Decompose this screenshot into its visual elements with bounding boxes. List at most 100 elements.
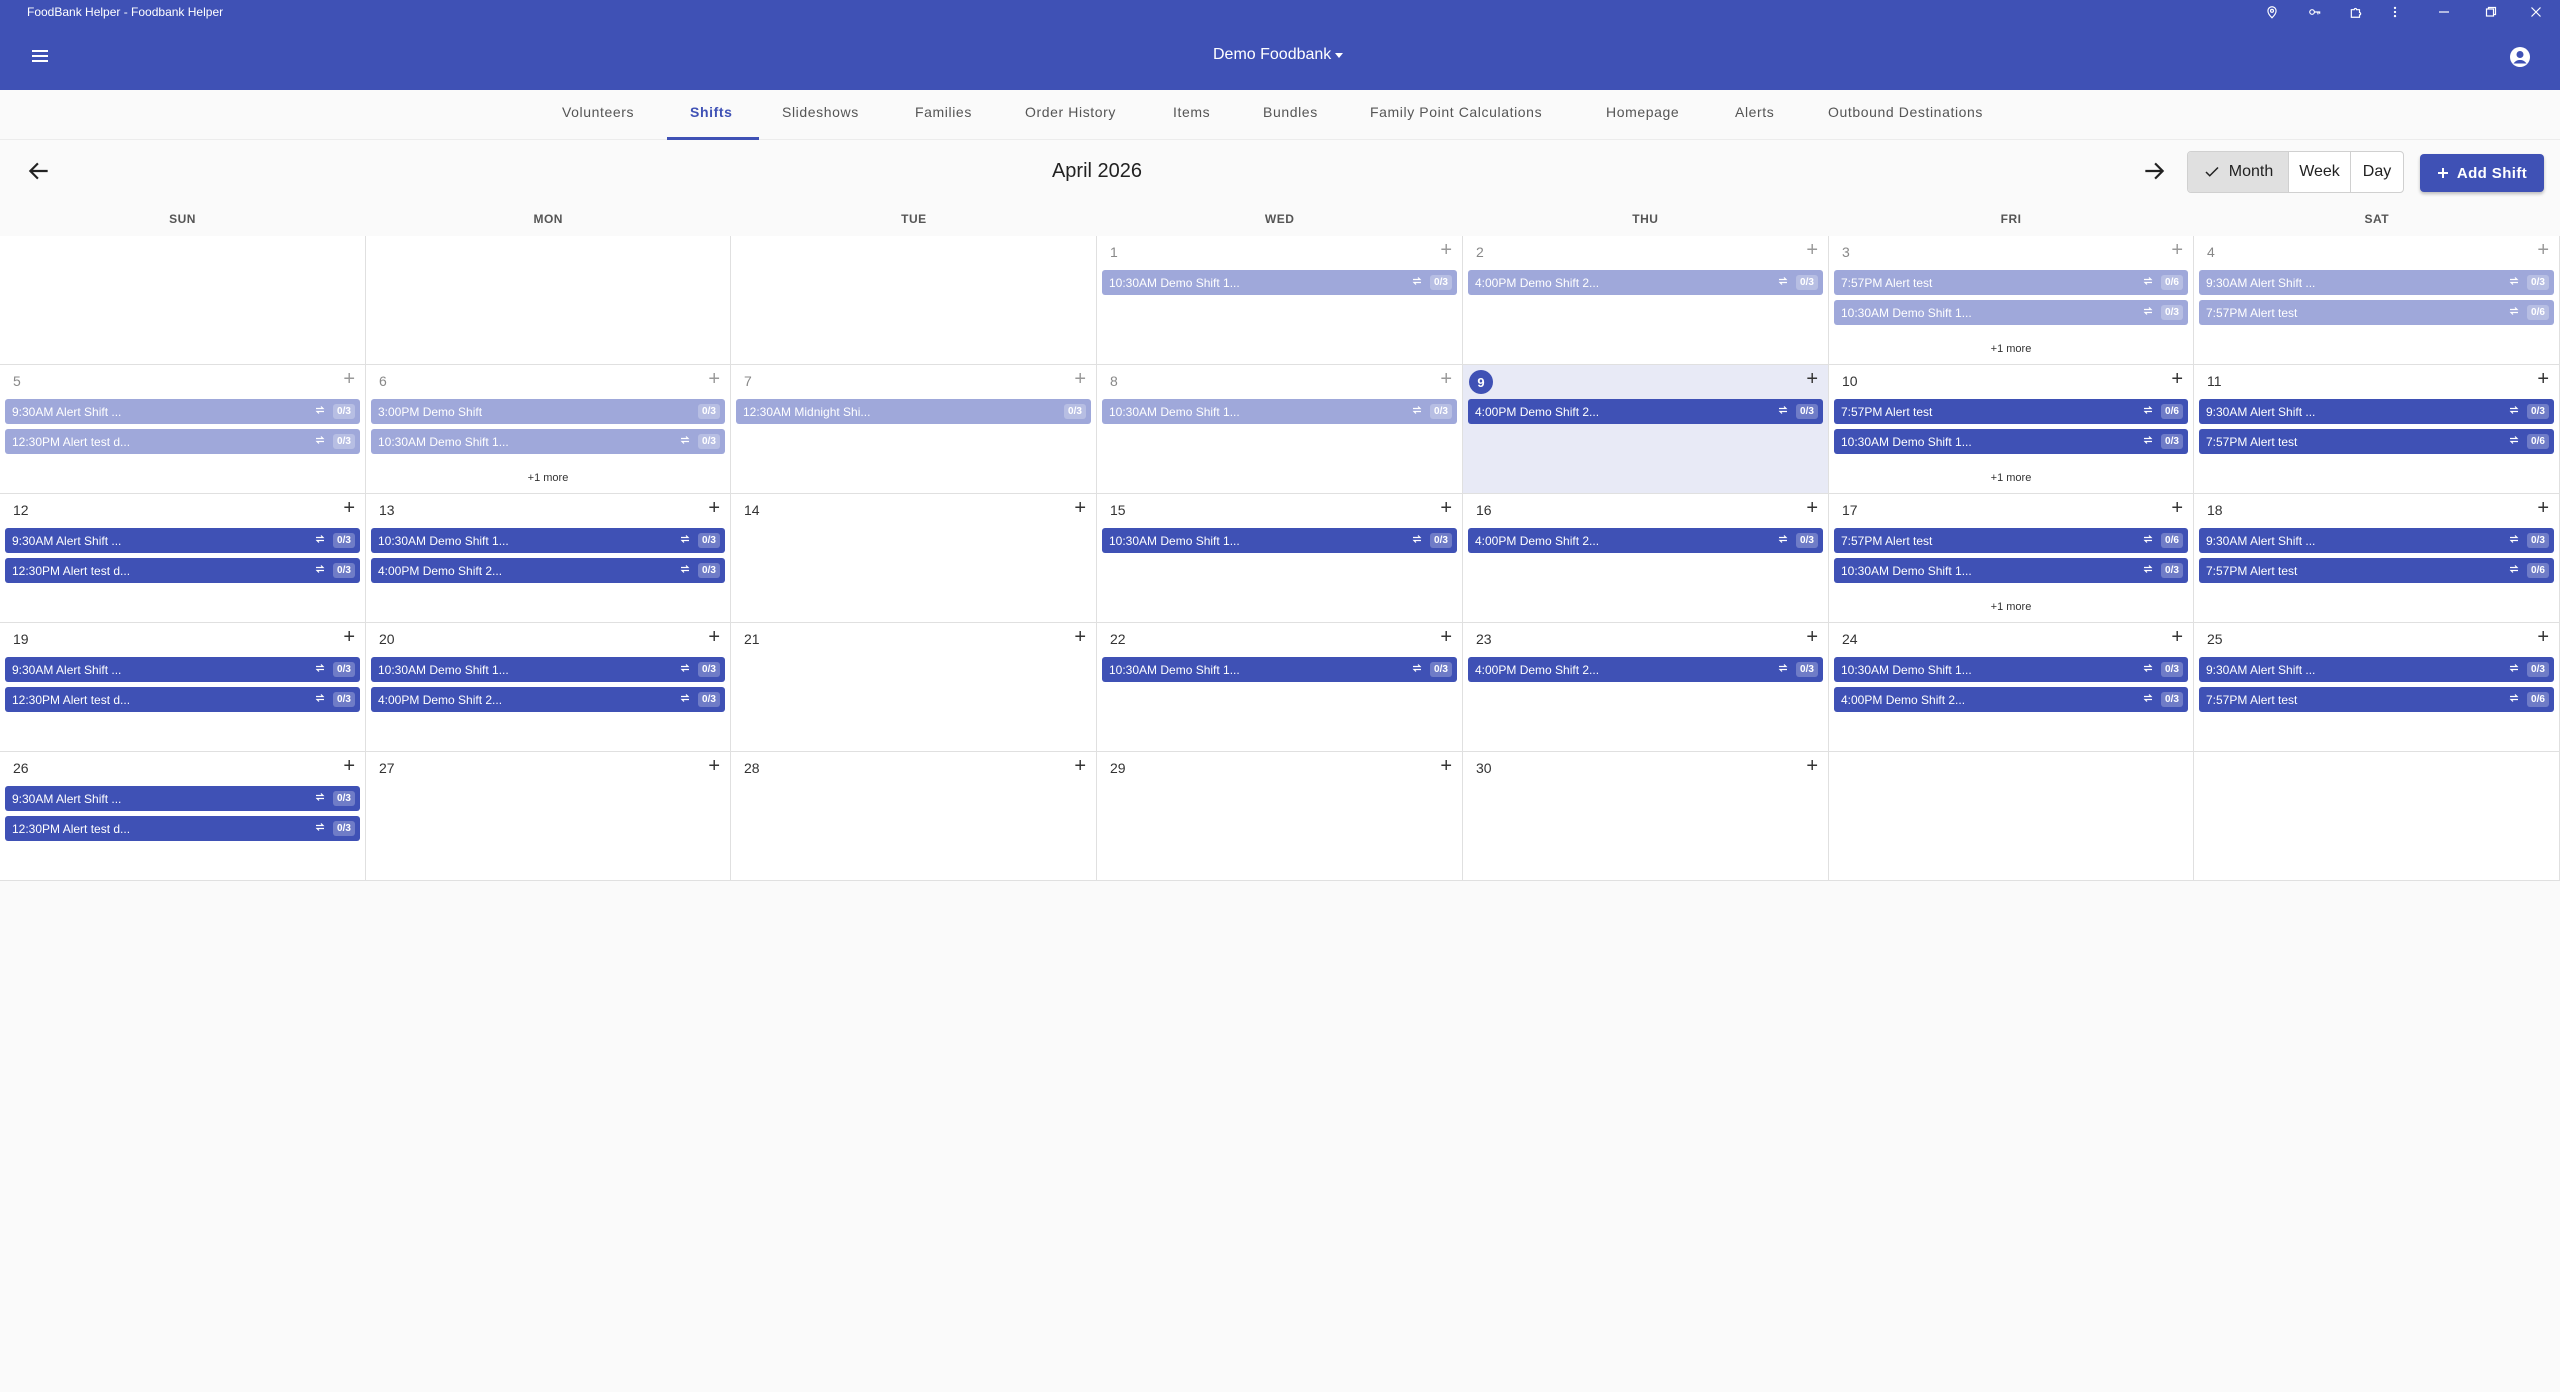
shift-event[interactable]: 9:30AM Alert Shift ... 0/3 xyxy=(2199,270,2554,295)
day-number[interactable]: 18 xyxy=(2207,502,2223,518)
add-shift-day-icon[interactable]: + xyxy=(708,627,720,647)
shift-event[interactable]: 7:57PM Alert test 0/6 xyxy=(2199,558,2554,583)
more-events-link[interactable]: +1 more xyxy=(1829,601,2193,613)
shift-event[interactable]: 9:30AM Alert Shift ... 0/3 xyxy=(5,657,360,682)
more-events-link[interactable]: +1 more xyxy=(366,472,730,484)
tab-items[interactable]: Items xyxy=(1173,104,1210,120)
more-events-link[interactable]: +1 more xyxy=(1829,472,2193,484)
shift-event[interactable]: 7:57PM Alert test 0/6 xyxy=(2199,687,2554,712)
week-view-button[interactable]: Week xyxy=(2288,152,2350,192)
add-shift-day-icon[interactable]: + xyxy=(1440,369,1452,389)
shift-event[interactable]: 10:30AM Demo Shift 1... 0/3 xyxy=(371,429,725,454)
month-view-button[interactable]: Month xyxy=(2188,152,2288,192)
shift-event[interactable]: 10:30AM Demo Shift 1... 0/3 xyxy=(371,528,725,553)
add-shift-day-icon[interactable]: + xyxy=(2171,498,2183,518)
shift-event[interactable]: 12:30PM Alert test d... 0/3 xyxy=(5,687,360,712)
add-shift-day-icon[interactable]: + xyxy=(343,498,355,518)
shift-event[interactable]: 10:30AM Demo Shift 1... 0/3 xyxy=(1102,399,1457,424)
add-shift-day-icon[interactable]: + xyxy=(2537,498,2549,518)
shift-event[interactable]: 7:57PM Alert test 0/6 xyxy=(1834,528,2188,553)
tab-alerts[interactable]: Alerts xyxy=(1735,104,1774,120)
add-shift-day-icon[interactable]: + xyxy=(1806,627,1818,647)
add-shift-day-icon[interactable]: + xyxy=(2537,240,2549,260)
add-shift-day-icon[interactable]: + xyxy=(2171,627,2183,647)
add-shift-day-icon[interactable]: + xyxy=(2171,240,2183,260)
tab-slideshows[interactable]: Slideshows xyxy=(782,104,859,120)
add-shift-day-icon[interactable]: + xyxy=(1806,369,1818,389)
add-shift-day-icon[interactable]: + xyxy=(1074,756,1086,776)
shift-event[interactable]: 10:30AM Demo Shift 1... 0/3 xyxy=(1834,300,2188,325)
day-view-button[interactable]: Day xyxy=(2350,152,2403,192)
tab-outbound-destinations[interactable]: Outbound Destinations xyxy=(1828,104,1983,120)
shift-event[interactable]: 9:30AM Alert Shift ... 0/3 xyxy=(5,528,360,553)
day-number[interactable]: 4 xyxy=(2207,244,2215,260)
add-shift-day-icon[interactable]: + xyxy=(2171,369,2183,389)
day-number[interactable]: 20 xyxy=(379,631,395,647)
add-shift-day-icon[interactable]: + xyxy=(708,498,720,518)
shift-event[interactable]: 3:00PM Demo Shift 0/3 xyxy=(371,399,725,424)
day-number[interactable]: 8 xyxy=(1110,373,1118,389)
add-shift-day-icon[interactable]: + xyxy=(1806,240,1818,260)
add-shift-day-icon[interactable]: + xyxy=(2537,369,2549,389)
add-shift-day-icon[interactable]: + xyxy=(1074,498,1086,518)
location-pin-icon[interactable] xyxy=(2262,2,2282,22)
shift-event[interactable]: 7:57PM Alert test 0/6 xyxy=(1834,399,2188,424)
shift-event[interactable]: 12:30AM Midnight Shi... 0/3 xyxy=(736,399,1091,424)
tab-bundles[interactable]: Bundles xyxy=(1263,104,1318,120)
day-number[interactable]: 3 xyxy=(1842,244,1850,260)
shift-event[interactable]: 9:30AM Alert Shift ... 0/3 xyxy=(5,399,360,424)
add-shift-day-icon[interactable]: + xyxy=(1440,498,1452,518)
day-number[interactable]: 5 xyxy=(13,373,21,389)
add-shift-day-icon[interactable]: + xyxy=(343,369,355,389)
tab-families[interactable]: Families xyxy=(915,104,972,120)
day-number[interactable]: 7 xyxy=(744,373,752,389)
day-number[interactable]: 9 xyxy=(1469,370,1493,394)
tab-shifts[interactable]: Shifts xyxy=(690,104,733,120)
more-events-link[interactable]: +1 more xyxy=(1829,343,2193,355)
shift-event[interactable]: 10:30AM Demo Shift 1... 0/3 xyxy=(1102,270,1457,295)
tab-volunteers[interactable]: Volunteers xyxy=(562,104,634,120)
add-shift-day-icon[interactable]: + xyxy=(1440,240,1452,260)
add-shift-button[interactable]: Add Shift xyxy=(2420,154,2544,192)
day-number[interactable]: 29 xyxy=(1110,760,1126,776)
add-shift-day-icon[interactable]: + xyxy=(708,369,720,389)
day-number[interactable]: 22 xyxy=(1110,631,1126,647)
shift-event[interactable]: 10:30AM Demo Shift 1... 0/3 xyxy=(1834,429,2188,454)
day-number[interactable]: 24 xyxy=(1842,631,1858,647)
shift-event[interactable]: 4:00PM Demo Shift 2... 0/3 xyxy=(1468,528,1823,553)
shift-event[interactable]: 10:30AM Demo Shift 1... 0/3 xyxy=(371,657,725,682)
shift-event[interactable]: 4:00PM Demo Shift 2... 0/3 xyxy=(371,687,725,712)
shift-event[interactable]: 10:30AM Demo Shift 1... 0/3 xyxy=(1102,528,1457,553)
day-number[interactable]: 21 xyxy=(744,631,760,647)
shift-event[interactable]: 7:57PM Alert test 0/6 xyxy=(2199,429,2554,454)
day-number[interactable]: 27 xyxy=(379,760,395,776)
day-number[interactable]: 1 xyxy=(1110,244,1118,260)
shift-event[interactable]: 12:30PM Alert test d... 0/3 xyxy=(5,429,360,454)
add-shift-day-icon[interactable]: + xyxy=(1074,369,1086,389)
add-shift-day-icon[interactable]: + xyxy=(1806,756,1818,776)
add-shift-day-icon[interactable]: + xyxy=(343,756,355,776)
day-number[interactable]: 23 xyxy=(1476,631,1492,647)
day-number[interactable]: 15 xyxy=(1110,502,1126,518)
day-number[interactable]: 2 xyxy=(1476,244,1484,260)
more-vert-icon[interactable] xyxy=(2385,2,2405,22)
extensions-icon[interactable] xyxy=(2346,2,2366,22)
org-selector[interactable]: Demo Foodbank xyxy=(1213,46,1345,64)
shift-event[interactable]: 12:30PM Alert test d... 0/3 xyxy=(5,558,360,583)
shift-event[interactable]: 10:30AM Demo Shift 1... 0/3 xyxy=(1834,558,2188,583)
key-icon[interactable] xyxy=(2305,2,2325,22)
day-number[interactable]: 17 xyxy=(1842,502,1858,518)
add-shift-day-icon[interactable]: + xyxy=(1806,498,1818,518)
day-number[interactable]: 25 xyxy=(2207,631,2223,647)
add-shift-day-icon[interactable]: + xyxy=(1440,756,1452,776)
add-shift-day-icon[interactable]: + xyxy=(1440,627,1452,647)
shift-event[interactable]: 7:57PM Alert test 0/6 xyxy=(2199,300,2554,325)
day-number[interactable]: 26 xyxy=(13,760,29,776)
day-number[interactable]: 13 xyxy=(379,502,395,518)
tab-family-point-calculations[interactable]: Family Point Calculations xyxy=(1370,104,1542,120)
day-number[interactable]: 30 xyxy=(1476,760,1492,776)
shift-event[interactable]: 7:57PM Alert test 0/6 xyxy=(1834,270,2188,295)
shift-event[interactable]: 4:00PM Demo Shift 2... 0/3 xyxy=(1468,399,1823,424)
arrow-forward-icon[interactable] xyxy=(2141,158,2167,184)
shift-event[interactable]: 10:30AM Demo Shift 1... 0/3 xyxy=(1834,657,2188,682)
